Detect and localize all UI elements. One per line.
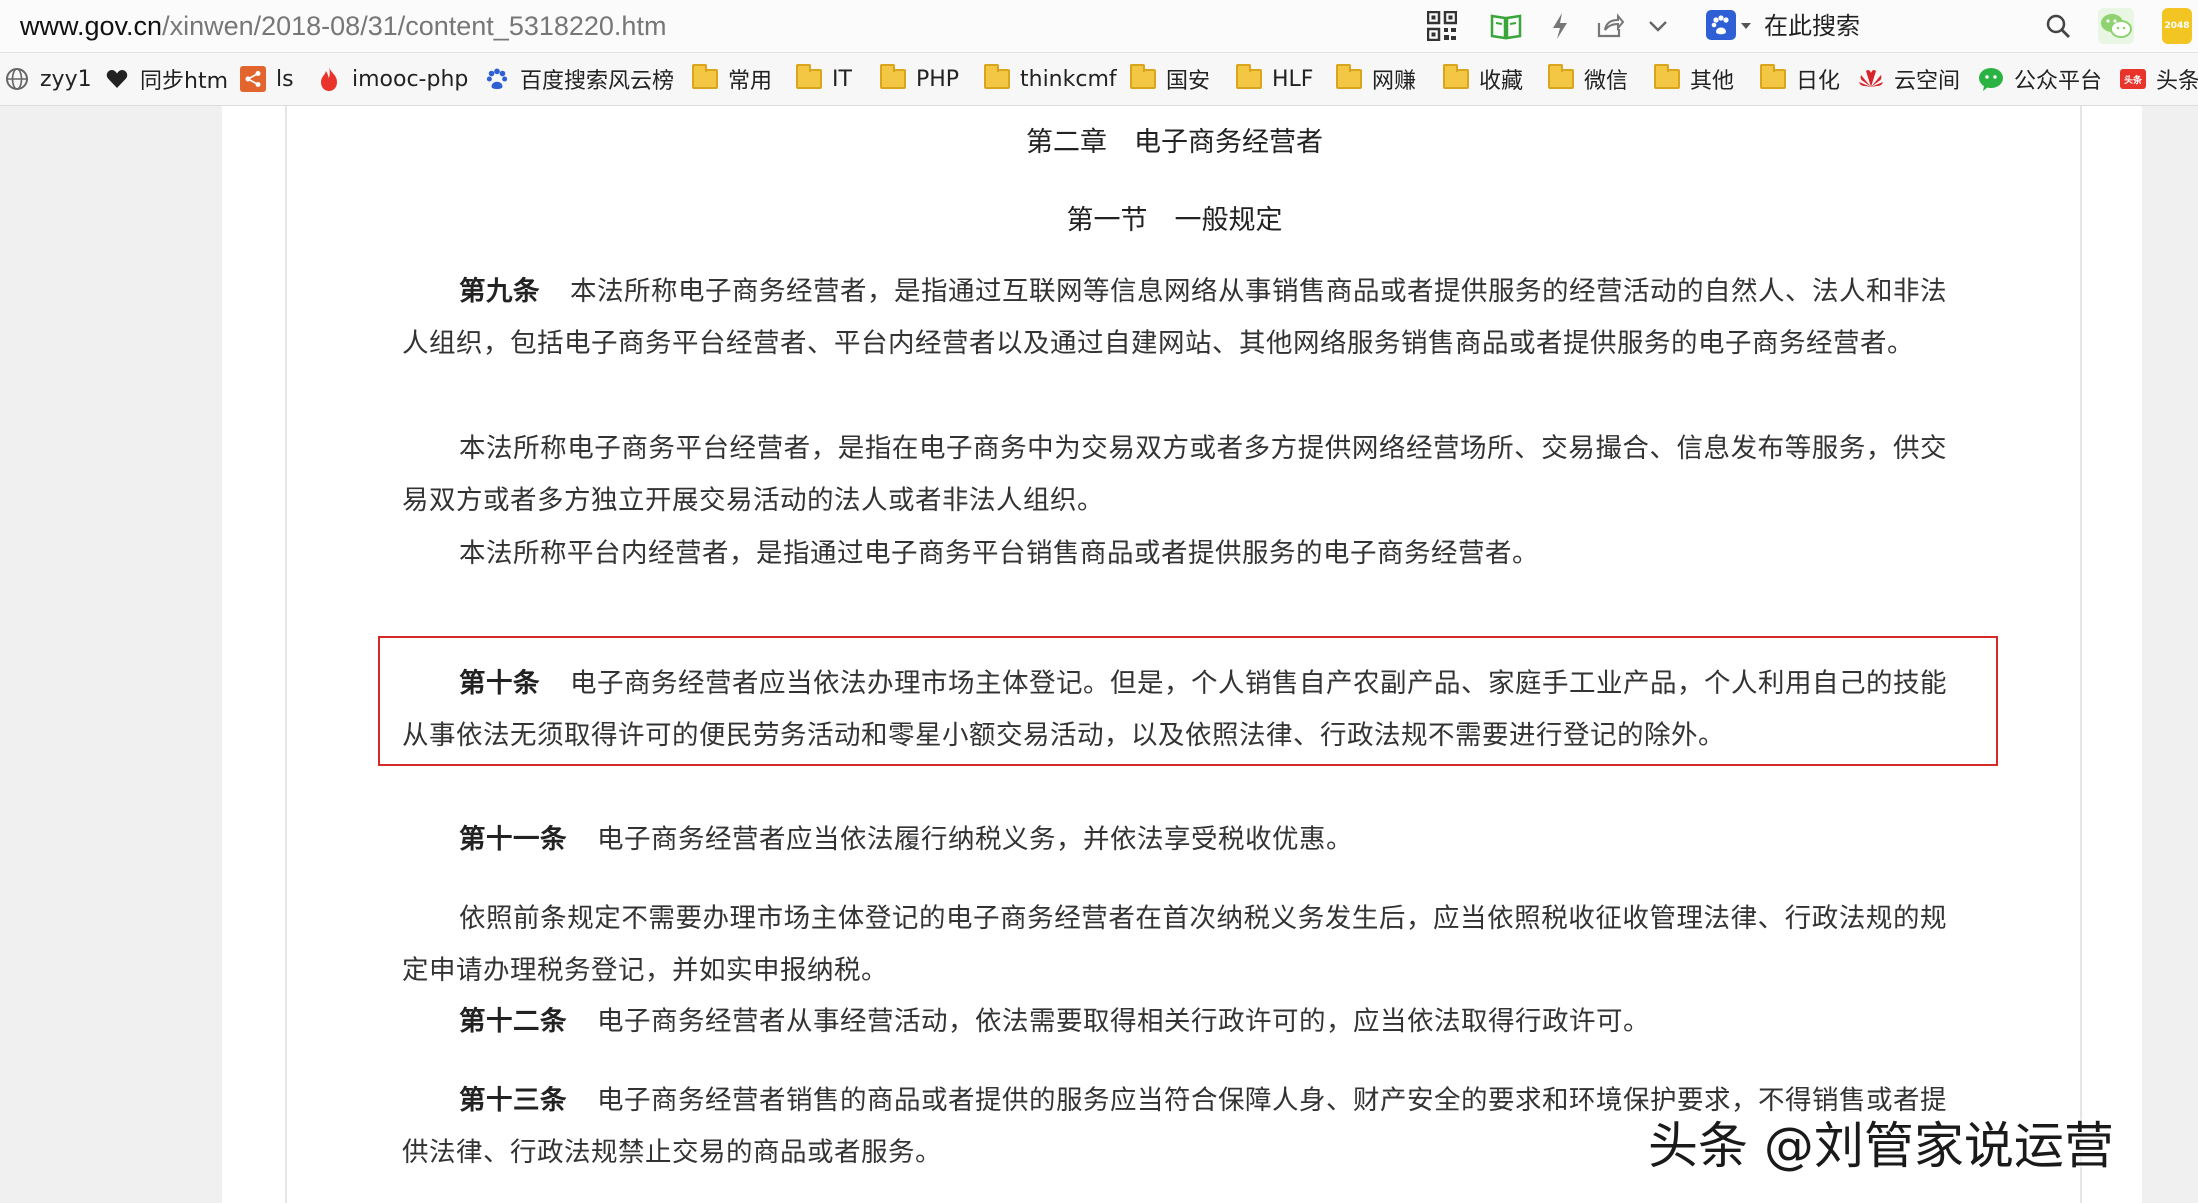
- bookmark-label: PHP: [916, 66, 960, 92]
- paragraph-text: 依照前条规定不需要办理市场主体登记的电子商务经营者在首次纳税义务发生后，应当依照…: [402, 903, 1947, 986]
- baidu-paw-icon: [484, 66, 510, 92]
- article-number: 第十一条: [459, 824, 567, 855]
- 2048-extension-icon[interactable]: 2048: [2162, 8, 2192, 44]
- globe-icon: [4, 66, 30, 92]
- folder-icon: [880, 64, 906, 92]
- lightning-icon[interactable]: [1542, 8, 1578, 44]
- folder-icon: [1548, 64, 1574, 92]
- search-input[interactable]: 在此搜索: [1764, 10, 1860, 42]
- folder-icon: [1443, 64, 1469, 92]
- bookmark-folder-shoucang[interactable]: 收藏: [1443, 61, 1523, 97]
- folder-icon: [984, 64, 1010, 92]
- folder-icon: [1760, 64, 1786, 92]
- folder-icon: [1336, 64, 1362, 92]
- bookmark-label: zyy1: [40, 66, 92, 92]
- bookmark-folder-hlf[interactable]: HLF: [1236, 61, 1313, 97]
- bookmark-ls[interactable]: ls: [240, 61, 294, 97]
- paragraph-text: 本法所称平台内经营者，是指通过电子商务平台销售商品或者提供服务的电子商务经营者。: [459, 538, 1539, 569]
- article-number: 第十二条: [459, 1006, 567, 1037]
- article-11-paragraph-2: 依照前条规定不需要办理市场主体登记的电子商务经营者在首次纳税义务发生后，应当依照…: [402, 893, 1947, 997]
- bookmark-label: ls: [276, 66, 294, 92]
- bookmark-folder-rihua[interactable]: 日化: [1760, 61, 1840, 97]
- address-bar: www.gov.cn/xinwen/2018-08/31/content_531…: [0, 0, 2198, 53]
- bookmark-folder-guoan[interactable]: 国安: [1130, 61, 1210, 97]
- bookmark-label: 常用: [728, 69, 773, 94]
- bookmark-label: 微信: [1584, 69, 1629, 94]
- bookmark-zyy1[interactable]: zyy1: [4, 61, 92, 97]
- 2048-extension-label: 2048: [2164, 21, 2190, 31]
- heart-icon: [104, 66, 130, 92]
- paragraph-text: 电子商务经营者从事经营活动，依法需要取得相关行政许可的，应当依法取得行政许可。: [597, 1006, 1650, 1037]
- folder-icon: [1654, 64, 1680, 92]
- bookmark-toutiao[interactable]: 头条 头条: [2120, 61, 2198, 97]
- bookmark-label: HLF: [1272, 66, 1314, 92]
- toutiao-icon: 头条: [2120, 69, 2146, 89]
- chevron-down-icon[interactable]: [1640, 8, 1676, 44]
- engine-dropdown-icon[interactable]: [1740, 22, 1752, 30]
- baidu-paw-icon[interactable]: [1706, 10, 1736, 40]
- bookmark-folder-changyong[interactable]: 常用: [692, 61, 772, 97]
- bookmark-baidu-top[interactable]: 百度搜索风云榜: [484, 61, 674, 97]
- article-number: 第十三条: [459, 1085, 567, 1116]
- article-10-highlight-box: [378, 636, 1998, 766]
- url-path: /xinwen/2018-08/31/content_5318220.htm: [162, 11, 667, 41]
- content-border-right: [2080, 106, 2082, 1203]
- bookmark-label: 国安: [1166, 69, 1211, 94]
- bookmark-label: 百度搜索风云榜: [520, 69, 675, 94]
- bookmark-label: 网赚: [1372, 69, 1417, 94]
- bookmark-label: 云空间: [1894, 69, 1961, 94]
- chapter-title: 第二章 电子商务经营者: [1026, 127, 1323, 158]
- paragraph-text: 电子商务经营者应当依法履行纳税义务，并依法享受税收优惠。: [597, 824, 1353, 855]
- bookmark-label: 收藏: [1479, 69, 1524, 94]
- wechat-icon: [1978, 66, 2004, 92]
- page-viewport[interactable]: 第二章 电子商务经营者 第一节 一般规定 第九条 本法所称电子商务经营者，是指通过…: [0, 106, 2198, 1203]
- huawei-icon: [1858, 66, 1884, 92]
- bookmark-public-platform[interactable]: 公众平台: [1978, 61, 2102, 97]
- bookmark-label: thinkcmf: [1020, 66, 1117, 92]
- watermark: 头条 @刘管家说运营: [1648, 1117, 2114, 1175]
- bookmark-label: 同步htm: [140, 69, 229, 94]
- bookmark-label: 头条: [2156, 69, 2198, 94]
- bookmark-folder-it[interactable]: IT: [796, 61, 852, 97]
- article-11-paragraph: 第十一条 电子商务经营者应当依法履行纳税义务，并依法享受税收优惠。: [402, 814, 1947, 866]
- toutiao-icon-text: 头条: [2123, 75, 2142, 86]
- search-icon[interactable]: [2040, 8, 2076, 44]
- content-border-left: [285, 106, 287, 1203]
- flame-icon: [316, 66, 342, 92]
- bookmark-folder-weixin[interactable]: 微信: [1548, 61, 1628, 97]
- article-12-paragraph: 第十二条 电子商务经营者从事经营活动，依法需要取得相关行政许可的，应当依法取得行政…: [402, 996, 1947, 1048]
- share-node-icon: [240, 66, 266, 92]
- bookmark-sync-htm[interactable]: 同步htm: [104, 61, 228, 97]
- bookmark-folder-php[interactable]: PHP: [880, 61, 959, 97]
- folder-icon: [1236, 64, 1262, 92]
- paragraph-text: 本法所称电子商务经营者，是指通过互联网等信息网络从事销售商品或者提供服务的经营活…: [402, 276, 1947, 359]
- article-9-paragraph-3: 本法所称平台内经营者，是指通过电子商务平台销售商品或者提供服务的电子商务经营者。: [402, 528, 1947, 580]
- article-9-paragraph: 第九条 本法所称电子商务经营者，是指通过互联网等信息网络从事销售商品或者提供服务的…: [402, 266, 1947, 370]
- article-number: 第九条: [459, 276, 540, 307]
- wechat-extension-icon[interactable]: [2098, 8, 2134, 44]
- reader-mode-icon[interactable]: [1488, 8, 1524, 44]
- url-field[interactable]: www.gov.cn/xinwen/2018-08/31/content_531…: [20, 9, 666, 43]
- bookmark-label: imooc-php: [352, 66, 469, 92]
- share-icon[interactable]: [1592, 8, 1628, 44]
- article-9-paragraph-2: 本法所称电子商务平台经营者，是指在电子商务中为交易双方或者多方提供网络经营场所、…: [402, 423, 1947, 527]
- bookmark-label: 公众平台: [2014, 69, 2103, 94]
- bookmarks-bar: zyy1 同步htm ls imooc-php 百度搜索风云榜 常用 IT PH…: [0, 53, 2198, 106]
- folder-icon: [1130, 64, 1156, 92]
- bookmark-folder-thinkcmf[interactable]: thinkcmf: [984, 61, 1117, 97]
- qr-code-icon[interactable]: [1424, 8, 1460, 44]
- bookmark-folder-wangzhuan[interactable]: 网赚: [1336, 61, 1416, 97]
- bookmark-imooc-php[interactable]: imooc-php: [316, 61, 468, 97]
- bookmark-label: 其他: [1690, 69, 1735, 94]
- folder-icon: [796, 64, 822, 92]
- bookmark-cloud-space[interactable]: 云空间: [1858, 61, 1960, 97]
- url-host: www.gov.cn: [20, 11, 163, 41]
- search-box[interactable]: 在此搜索: [1700, 4, 2080, 48]
- folder-icon: [692, 64, 718, 92]
- paragraph-text: 本法所称电子商务平台经营者，是指在电子商务中为交易双方或者多方提供网络经营场所、…: [402, 433, 1947, 516]
- bookmark-folder-qita[interactable]: 其他: [1654, 61, 1734, 97]
- bookmark-label: IT: [832, 66, 852, 92]
- bookmark-label: 日化: [1796, 69, 1841, 94]
- section-title: 第一节 一般规定: [1066, 205, 1283, 236]
